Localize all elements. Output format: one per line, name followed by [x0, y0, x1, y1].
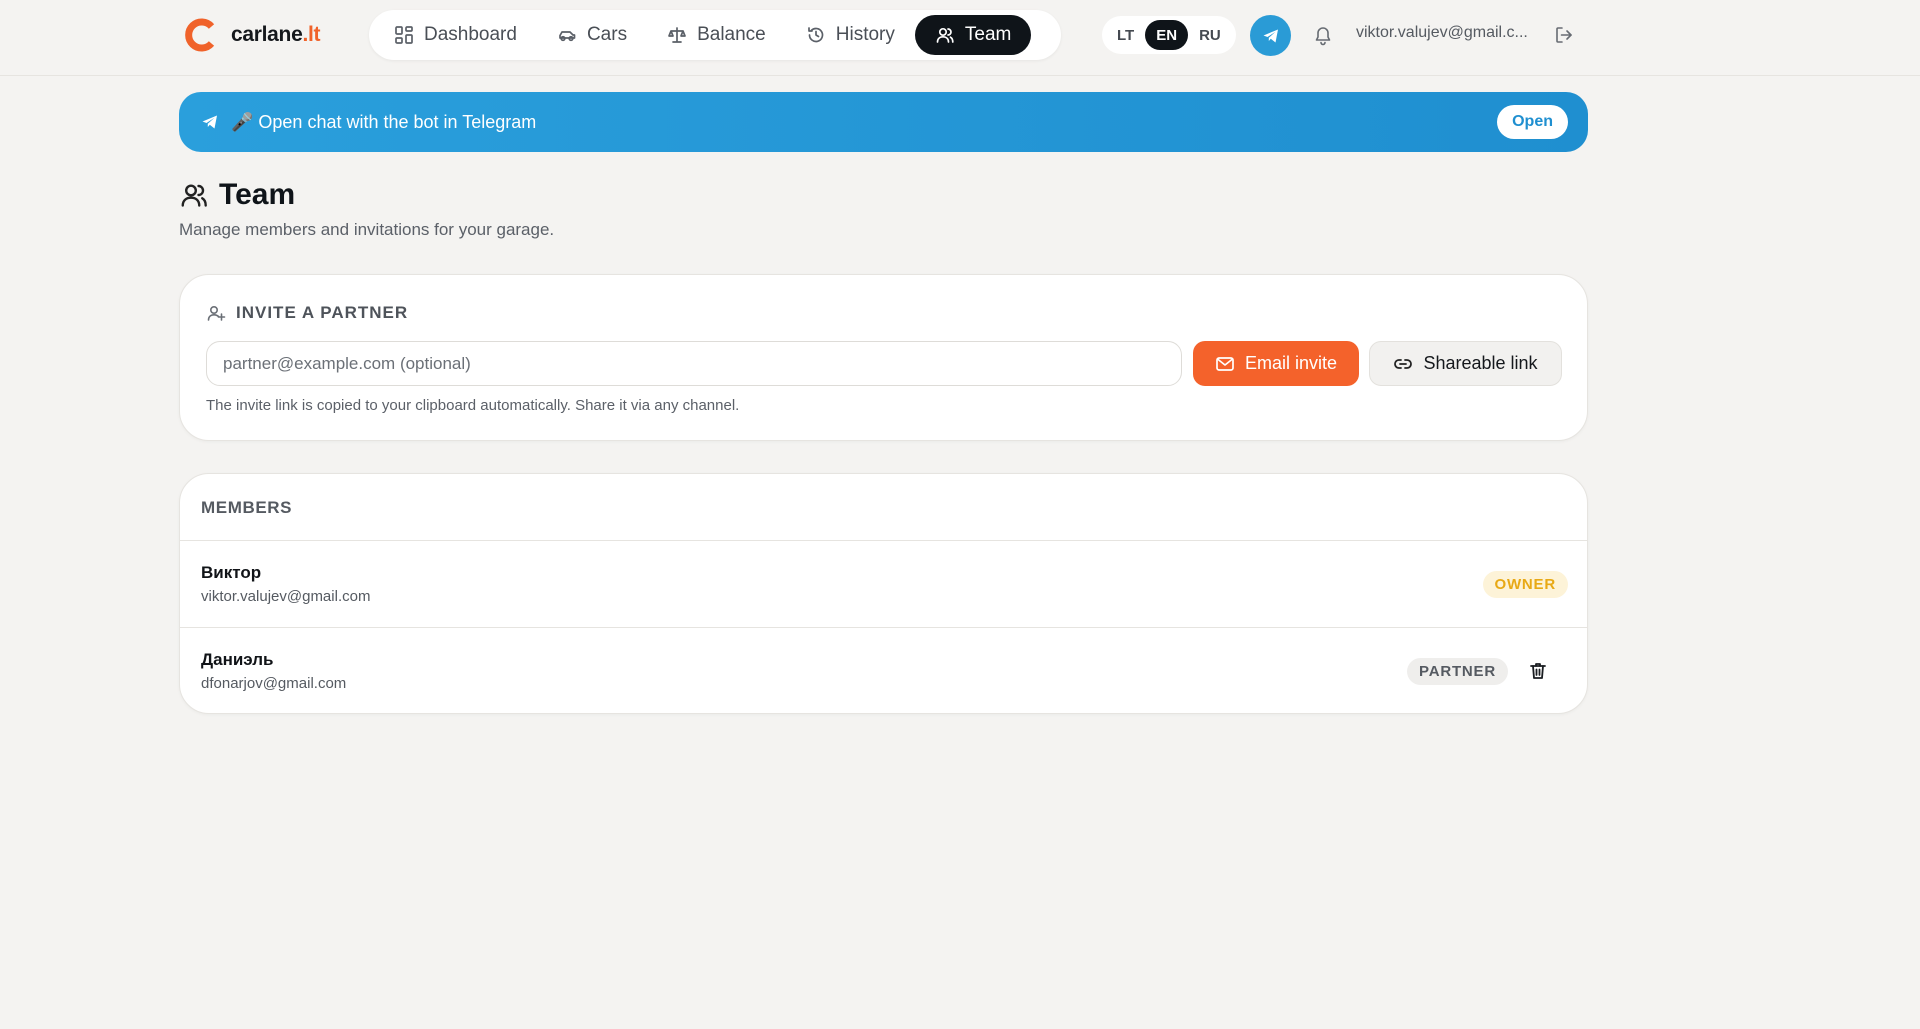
member-row: Даниэль dfonarjov@gmail.com PARTNER — [180, 627, 1587, 713]
grid-icon — [395, 26, 413, 44]
partner-email-input[interactable] — [206, 341, 1182, 386]
telegram-button[interactable] — [1250, 15, 1291, 56]
telegram-icon — [202, 115, 217, 129]
member-row: Виктор viktor.valujev@gmail.com OWNER — [180, 540, 1587, 627]
nav-team-label: Team — [964, 24, 1012, 45]
bell-icon — [1315, 27, 1331, 46]
page-subtitle: Manage members and invitations for your … — [179, 220, 555, 239]
lang-en[interactable]: EN — [1145, 20, 1189, 50]
nav-balance-label: Balance — [697, 24, 766, 45]
members-card: MEMBERS Виктор viktor.valujev@gmail.com … — [179, 473, 1588, 714]
language-switcher: LT EN RU — [1102, 16, 1236, 54]
members-title: MEMBERS — [201, 498, 293, 517]
nav-dashboard[interactable]: Dashboard — [374, 15, 537, 55]
lang-lt[interactable]: LT — [1106, 20, 1145, 50]
mail-icon — [1216, 356, 1234, 371]
shareable-link-button[interactable]: Shareable link — [1369, 341, 1562, 386]
page-title: Team — [219, 178, 296, 211]
main-nav: Dashboard Cars Balance History Team — [369, 10, 1061, 60]
users-icon — [181, 184, 207, 207]
user-email[interactable]: viktor.valujev@gmail.c... — [1356, 24, 1528, 42]
notifications-button[interactable] — [1312, 24, 1334, 46]
role-badge-owner: OWNER — [1482, 571, 1568, 598]
telegram-icon — [1263, 29, 1278, 42]
banner-text: 🎤 Open chat with the bot in Telegram — [231, 111, 537, 132]
nav-cars[interactable]: Cars — [537, 15, 647, 55]
car-icon — [559, 31, 576, 42]
trash-icon — [1530, 663, 1546, 679]
member-email: viktor.valujev@gmail.com — [201, 588, 371, 605]
nav-dashboard-label: Dashboard — [424, 24, 517, 45]
scale-icon — [668, 27, 686, 43]
brand-name: carlane.lt — [231, 23, 321, 46]
nav-team[interactable]: Team — [914, 15, 1032, 55]
email-invite-label: Email invite — [1244, 353, 1338, 373]
member-name: Даниэль — [201, 650, 274, 669]
member-email: dfonarjov@gmail.com — [201, 675, 347, 692]
top-header: carlane.lt Dashboard Cars Balance Histor… — [0, 0, 1920, 76]
invite-header: INVITE A PARTNER — [206, 303, 408, 323]
lang-ru[interactable]: RU — [1188, 20, 1232, 50]
nav-history[interactable]: History — [786, 15, 915, 55]
telegram-banner: 🎤 Open chat with the bot in Telegram Ope… — [179, 92, 1588, 152]
shareable-link-label: Shareable link — [1423, 353, 1538, 373]
banner-open-button[interactable]: Open — [1497, 105, 1568, 139]
link-icon — [1394, 358, 1413, 369]
user-plus-icon — [207, 305, 226, 321]
logout-icon — [1556, 27, 1572, 43]
page-heading: Team — [179, 178, 295, 212]
invite-hint: The invite link is copied to your clipbo… — [206, 397, 740, 414]
invite-title: INVITE A PARTNER — [236, 303, 409, 322]
email-invite-button[interactable]: Email invite — [1193, 341, 1359, 386]
member-name: Виктор — [201, 563, 262, 582]
role-badge-partner: PARTNER — [1407, 658, 1508, 685]
nav-balance[interactable]: Balance — [647, 15, 786, 55]
invite-card: INVITE A PARTNER Email invite Shareable … — [179, 274, 1588, 441]
history-icon — [807, 27, 824, 43]
nav-history-label: History — [835, 24, 895, 45]
brand-logo[interactable]: carlane.lt — [183, 17, 321, 53]
logout-button[interactable] — [1553, 24, 1575, 46]
nav-cars-label: Cars — [586, 24, 628, 45]
remove-member-button[interactable] — [1528, 661, 1548, 681]
carlane-logo-icon — [185, 18, 215, 52]
users-icon — [936, 27, 954, 43]
